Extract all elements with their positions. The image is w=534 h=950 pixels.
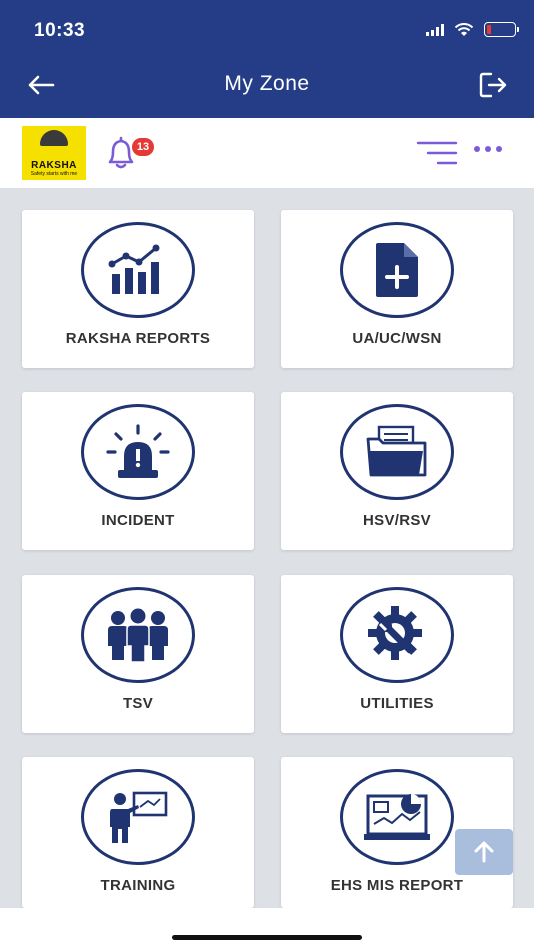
- tile-label: TRAINING: [100, 877, 176, 894]
- tile-ua-uc-wsn[interactable]: UA/UC/WSN: [281, 210, 513, 368]
- tile-label: INCIDENT: [101, 512, 175, 529]
- tile-training[interactable]: TRAINING: [22, 757, 254, 908]
- tile-incident[interactable]: INCIDENT: [22, 392, 254, 550]
- module-grid: RAKSHA REPORTS UA/UC/WSN INCIDENT HSV/RS…: [0, 188, 534, 908]
- tile-label: UTILITIES: [360, 695, 434, 712]
- helmet-icon: [40, 130, 68, 146]
- bar-chart-icon: [108, 244, 160, 294]
- logout-icon: [479, 72, 507, 98]
- page-title: My Zone: [224, 72, 310, 95]
- cellular-signal-icon: [426, 23, 444, 36]
- tile-utilities[interactable]: UTILITIES: [281, 575, 513, 733]
- app-header: 10:33 My Zone: [0, 0, 534, 118]
- tile-label: EHS MIS REPORT: [330, 877, 464, 894]
- wifi-icon: [454, 22, 474, 36]
- scroll-to-top-button[interactable]: [455, 829, 513, 875]
- tile-label: HSV/RSV: [363, 512, 431, 529]
- battery-icon: [484, 22, 519, 37]
- logout-button[interactable]: [476, 68, 510, 102]
- tile-label: TSV: [122, 695, 154, 712]
- notification-badge: 13: [132, 138, 154, 156]
- tile-raksha-reports[interactable]: RAKSHA REPORTS: [22, 210, 254, 368]
- raksha-logo: RAKSHA Safety starts with me: [22, 126, 86, 180]
- tile-icon-circle: [81, 769, 195, 865]
- tile-icon-circle: [81, 222, 195, 318]
- tile-icon-circle: [340, 587, 454, 683]
- folder-documents-icon: [366, 425, 427, 477]
- tile-icon-circle: [340, 404, 454, 500]
- tile-hsv-rsv[interactable]: HSV/RSV: [281, 392, 513, 550]
- team-icon: [108, 608, 168, 662]
- status-time: 10:33: [34, 20, 86, 41]
- tile-icon-circle: [81, 587, 195, 683]
- gear-wrench-icon: [368, 606, 422, 660]
- file-add-icon: [376, 243, 418, 297]
- presenter-board-icon: [110, 791, 168, 843]
- home-indicator[interactable]: [172, 935, 362, 940]
- bottom-safe-area: [0, 908, 534, 950]
- tile-tsv[interactable]: TSV: [22, 575, 254, 733]
- logo-name: RAKSHA: [31, 160, 77, 171]
- menu-icon[interactable]: [416, 140, 460, 166]
- dashboard-monitor-icon: [364, 794, 430, 840]
- tile-label: RAKSHA REPORTS: [65, 330, 211, 347]
- logo-tagline: Safety starts with me: [30, 171, 78, 177]
- tile-icon-circle: [340, 222, 454, 318]
- alarm-siren-icon: [106, 424, 170, 478]
- tile-icon-circle: [340, 769, 454, 865]
- more-options-icon[interactable]: [474, 146, 502, 152]
- tile-icon-circle: [81, 404, 195, 500]
- tile-label: UA/UC/WSN: [352, 330, 442, 347]
- status-icons: [426, 22, 519, 37]
- arrow-up-icon: [474, 841, 494, 863]
